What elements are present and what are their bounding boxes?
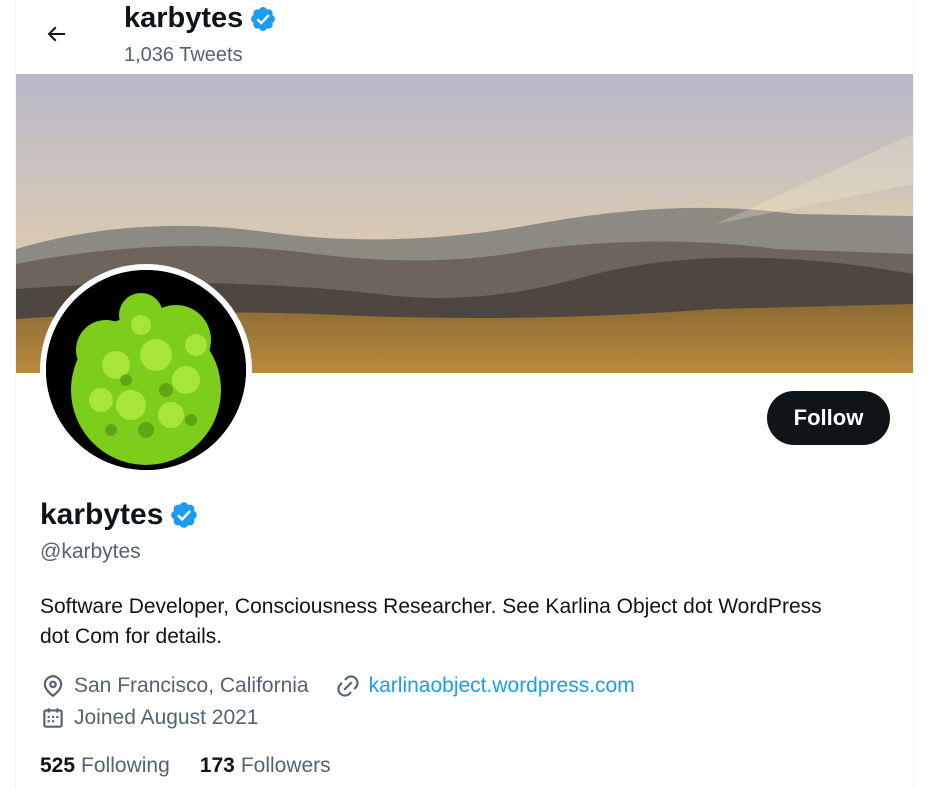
location: San Francisco, California	[40, 673, 309, 699]
location-text: San Francisco, California	[74, 674, 309, 697]
website-link[interactable]: karlinaobject.wordpress.com	[369, 674, 635, 698]
header-name-text: karbytes	[124, 2, 244, 34]
verified-badge-icon	[171, 502, 198, 528]
avatar[interactable]	[40, 264, 252, 476]
following-label: Following	[81, 754, 170, 777]
followers-label: Followers	[240, 754, 331, 777]
followers-count: 173	[199, 754, 235, 777]
website: karlinaobject.wordpress.com	[335, 673, 635, 699]
bio: Software Developer, Consciousness Resear…	[40, 595, 822, 648]
meta-row-2: Joined August 2021	[40, 705, 259, 731]
back-arrow-icon	[47, 26, 65, 42]
display-name-text: karbytes	[40, 498, 164, 531]
location-pin-icon	[43, 675, 63, 698]
follow-stats: 525 Following 173 Followers	[40, 754, 331, 778]
meta-row-1: San Francisco, California karlinaobject.…	[40, 673, 635, 699]
verified-badge-icon	[251, 6, 276, 31]
display-name: karbytes	[40, 498, 199, 532]
user-handle: @karbytes	[40, 540, 141, 563]
join-date-text: Joined August 2021	[74, 706, 259, 729]
join-date: Joined August 2021	[40, 705, 259, 731]
top-bar: karbytes 1,036 Tweets	[16, 0, 913, 74]
follow-button[interactable]: Follow	[767, 391, 890, 445]
header-name: karbytes	[124, 2, 277, 35]
following-count: 525	[40, 754, 76, 777]
link-icon	[336, 675, 359, 697]
back-button[interactable]	[36, 14, 76, 54]
followers-link[interactable]: 173 Followers	[200, 754, 331, 778]
tweet-count: 1,036 Tweets	[124, 44, 243, 66]
following-link[interactable]: 525 Following	[40, 754, 170, 778]
calendar-icon	[43, 708, 63, 728]
avatar-image	[46, 270, 246, 470]
profile-column: karbytes 1,036 Tweets Follow karbytes @k…	[15, 0, 914, 789]
